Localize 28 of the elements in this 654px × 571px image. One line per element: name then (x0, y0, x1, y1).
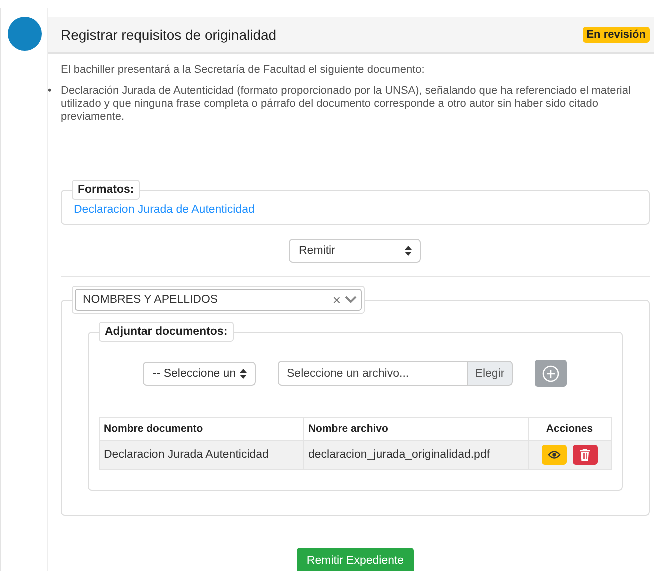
eye-icon (548, 450, 561, 460)
column-header: Nombre documento (100, 418, 304, 440)
column-header: Nombre archivo (304, 418, 528, 440)
bullet-mark: • (48, 85, 53, 99)
choose-button[interactable]: Elegir (467, 361, 513, 386)
plus-circle-icon (542, 364, 560, 382)
sort-caret-icon (405, 246, 412, 256)
table-cell: declaracion_jurada_originalidad.pdf (304, 440, 528, 470)
format-link[interactable]: Declaracion Jurada de Autenticidad (74, 204, 255, 216)
attach-legend: Adjuntar documentos: (99, 322, 234, 342)
sort-caret-icon (240, 368, 247, 378)
step-marker-icon (8, 17, 42, 51)
status-badge: En revisión (582, 26, 650, 42)
step-title: Registrar requisitos de originalidad (61, 26, 277, 42)
clear-icon[interactable]: × (332, 292, 341, 308)
intro-text: El bachiller presentará a la Secretaría de Facultad el siguiente documento: (61, 64, 426, 76)
file-field[interactable]: Seleccione un archivo... (278, 361, 467, 386)
requirement-text: Declaración Jurada de Autenticidad (formato proporcionado por la UNSA), señalando que ha referenciado el material utilizado y que ninguna frase completa o párrafo del documento corresponde a otro autor sin haber sido citado previamente. (61, 85, 632, 124)
trash-icon (580, 449, 590, 461)
table-cell: Declaracion Jurada Autenticidad (100, 440, 304, 470)
view-button[interactable] (542, 445, 567, 465)
chevron-down-icon[interactable] (345, 296, 357, 304)
type-select[interactable]: -- Seleccione un (143, 362, 256, 386)
add-button[interactable] (535, 360, 567, 387)
formats-legend: Formatos: (72, 180, 140, 200)
delete-button[interactable] (572, 445, 598, 465)
person-select[interactable]: NOMBRES Y APELLIDOS × (75, 289, 362, 311)
action-select[interactable]: Remitir (289, 239, 421, 263)
